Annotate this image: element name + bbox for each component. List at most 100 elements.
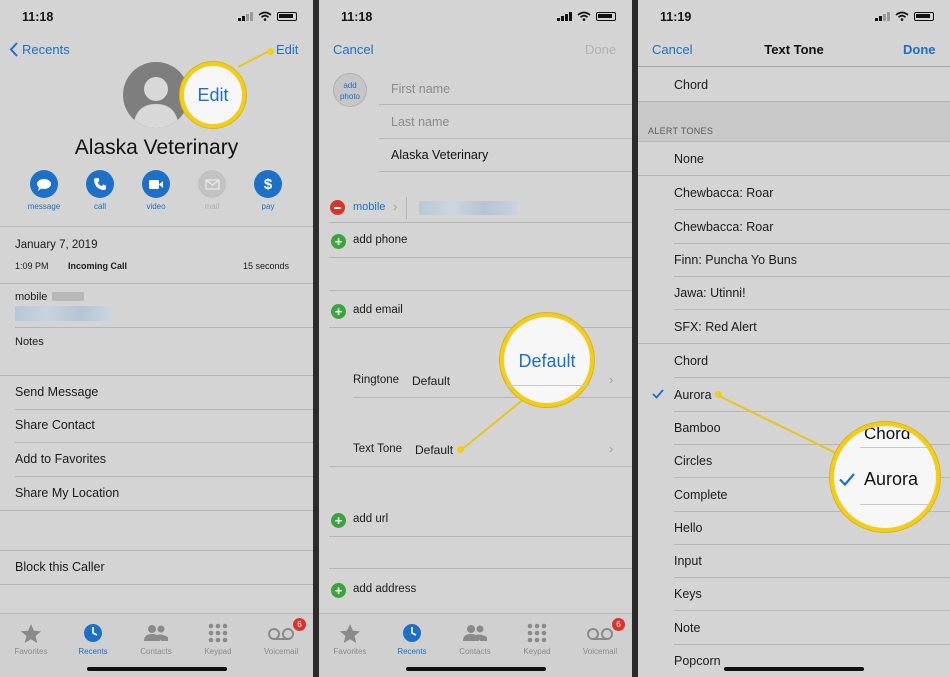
tab-keypad-label: Keypad: [523, 647, 551, 656]
divider: [674, 309, 950, 310]
tone-item[interactable]: Circles: [674, 454, 712, 468]
company-field[interactable]: Alaska Veterinary: [391, 148, 488, 162]
tab-favorites-label: Favorites: [333, 647, 367, 656]
add-to-favorites-link[interactable]: Add to Favorites: [15, 452, 106, 466]
divider: [15, 327, 313, 328]
first-name-field[interactable]: First name: [391, 82, 450, 96]
pay-action[interactable]: $ pay: [248, 170, 288, 211]
share-contact-link[interactable]: Share Contact: [15, 418, 95, 432]
divider: [674, 577, 950, 578]
video-action[interactable]: video: [136, 170, 176, 211]
add-photo-button[interactable]: add photo: [333, 73, 367, 107]
divider: [504, 385, 590, 386]
divider: [674, 209, 950, 210]
signal-icon: [557, 11, 572, 21]
wifi-icon: [895, 11, 909, 21]
send-message-link[interactable]: Send Message: [15, 385, 98, 399]
block-caller-link[interactable]: Block this Caller: [15, 560, 105, 574]
tab-voicemail-label: Voicemail: [263, 647, 299, 656]
add-address-button[interactable]: add address: [353, 583, 416, 595]
phone-label: mobile: [15, 291, 48, 303]
divider: [0, 226, 313, 227]
blurred-phone-number[interactable]: [419, 201, 517, 215]
edit-button[interactable]: Edit: [276, 42, 298, 57]
tab-keypad[interactable]: Keypad: [507, 622, 567, 656]
mail-action-label: mail: [204, 202, 220, 211]
call-date: January 7, 2019: [15, 239, 98, 251]
divider: [0, 584, 313, 585]
signal-icon: [238, 11, 253, 21]
callout-dot: [267, 48, 274, 55]
add-url-icon[interactable]: +: [331, 513, 346, 528]
callout-connector: [460, 396, 527, 451]
tone-item[interactable]: Input: [674, 554, 702, 568]
call-duration: 15 seconds: [243, 261, 290, 271]
add-url-button[interactable]: add url: [353, 513, 388, 525]
tab-favorites[interactable]: Favorites: [320, 622, 380, 656]
tone-item[interactable]: Chewbacca: Roar: [674, 186, 773, 200]
call-action[interactable]: call: [80, 170, 120, 211]
divider: [0, 550, 313, 551]
signal-icon: [875, 11, 890, 21]
tab-voicemail[interactable]: Voicemail 6: [251, 618, 311, 656]
tab-recents[interactable]: Recents: [63, 622, 123, 656]
tone-item-chord-top[interactable]: Chord: [674, 78, 708, 92]
delete-phone-button[interactable]: [330, 200, 345, 215]
divider: [674, 411, 950, 412]
callout-dot: [457, 446, 464, 453]
contacts-icon: [463, 625, 487, 641]
last-name-field[interactable]: Last name: [391, 115, 449, 129]
tab-keypad[interactable]: Keypad: [188, 622, 248, 656]
divider: [0, 510, 313, 511]
tone-item[interactable]: Finn: Puncha Yo Buns: [674, 253, 797, 267]
done-button[interactable]: Done: [903, 42, 936, 57]
add-email-button[interactable]: add email: [353, 304, 403, 316]
blurred-phone-number[interactable]: [15, 306, 113, 321]
tab-voicemail[interactable]: Voicemail 6: [570, 618, 630, 656]
battery-icon: [277, 11, 297, 21]
tone-item[interactable]: Popcorn: [674, 654, 721, 668]
done-button-disabled[interactable]: Done: [585, 42, 616, 57]
divider: [674, 610, 950, 611]
tone-item[interactable]: Jawa: Utinni!: [674, 286, 746, 300]
tone-item[interactable]: Chewbacca: Roar: [674, 220, 773, 234]
tab-favorites[interactable]: Favorites: [1, 622, 61, 656]
tab-contacts[interactable]: Contacts: [126, 622, 186, 656]
tone-item[interactable]: SFX: Red Alert: [674, 320, 757, 334]
phone-label-selector[interactable]: mobile: [353, 201, 385, 213]
add-email-icon[interactable]: +: [331, 304, 346, 319]
message-icon: [37, 178, 51, 191]
call-time: 1:09 PM: [15, 261, 49, 271]
tone-item[interactable]: Keys: [674, 587, 702, 601]
voicemail-icon: [587, 628, 613, 640]
tone-item[interactable]: Chord: [674, 354, 708, 368]
home-indicator: [724, 667, 864, 671]
tone-item[interactable]: Note: [674, 621, 700, 635]
text-tone-value[interactable]: Default: [415, 443, 453, 457]
add-phone-icon[interactable]: +: [331, 234, 346, 249]
cancel-button[interactable]: Cancel: [333, 42, 373, 57]
divider: [860, 447, 936, 448]
add-address-icon[interactable]: +: [331, 583, 346, 598]
status-time: 11:18: [22, 10, 54, 24]
home-indicator: [405, 667, 546, 671]
tab-contacts[interactable]: Contacts: [445, 622, 505, 656]
default-callout-magnifier: Default: [500, 313, 594, 407]
tone-item[interactable]: Complete: [674, 488, 728, 502]
share-location-link[interactable]: Share My Location: [15, 486, 119, 500]
back-to-recents-button[interactable]: Recents: [9, 42, 70, 57]
status-time: 11:19: [660, 10, 692, 24]
clock-icon: [84, 624, 102, 642]
add-phone-button[interactable]: add phone: [353, 234, 407, 246]
ringtone-value[interactable]: Default: [412, 374, 450, 388]
tab-recents[interactable]: Recents: [382, 622, 442, 656]
divider: [15, 442, 313, 443]
tab-contacts-label: Contacts: [140, 647, 172, 656]
tone-item[interactable]: Bamboo: [674, 421, 721, 435]
tone-item-selected[interactable]: Aurora: [674, 388, 712, 402]
tone-item[interactable]: Hello: [674, 521, 703, 535]
message-action[interactable]: message: [24, 170, 64, 211]
divider: [329, 257, 632, 258]
tone-item[interactable]: None: [674, 152, 704, 166]
mail-action[interactable]: mail: [192, 170, 232, 211]
